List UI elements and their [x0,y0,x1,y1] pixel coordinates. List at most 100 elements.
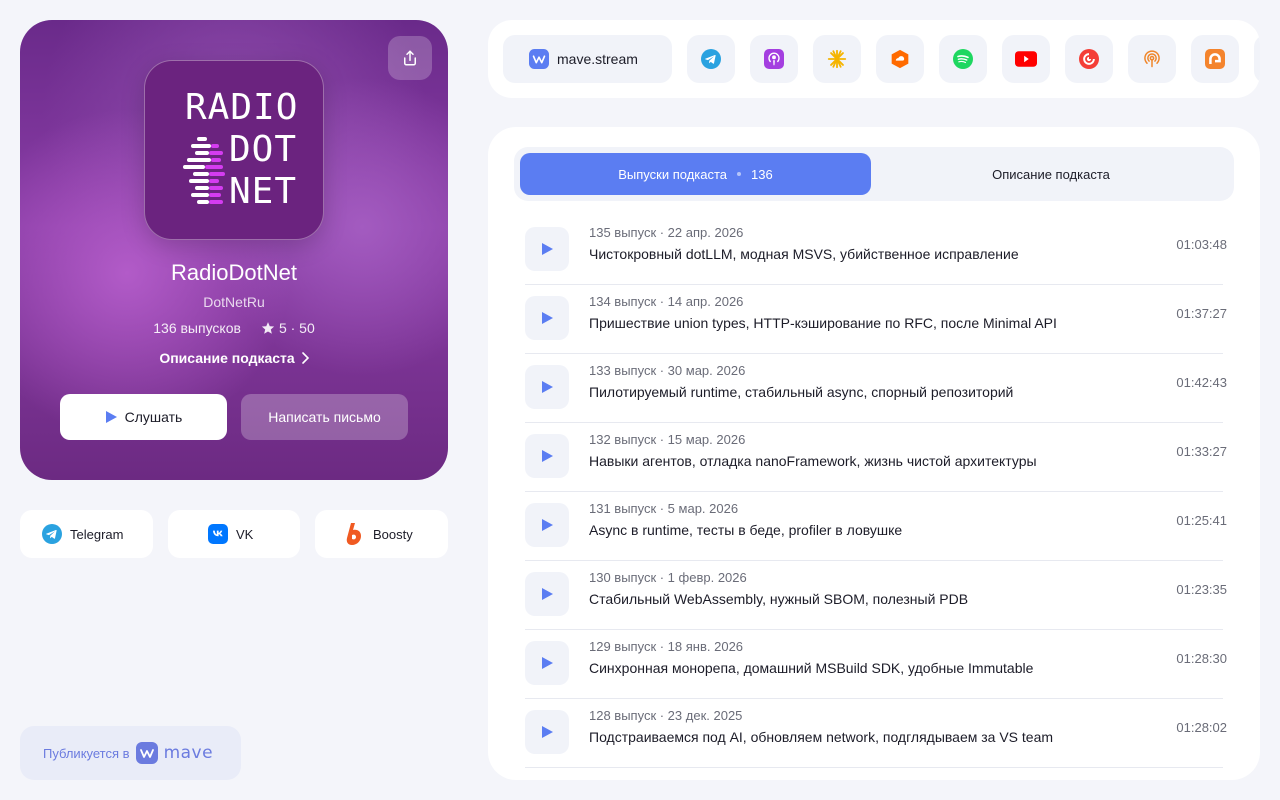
episode-row[interactable]: 130 выпуск · 1 февр. 2026 Стабильный WebA… [525,561,1227,630]
play-icon [541,588,553,600]
platform-apple-podcasts-button[interactable] [750,35,798,83]
play-icon [541,450,553,462]
episode-duration: 01:25:41 [1176,513,1227,528]
telegram-icon [701,49,721,69]
spotify-icon [953,49,973,69]
episode-duration: 01:37:27 [1176,306,1227,321]
episode-row[interactable]: 128 выпуск · 23 дек. 2025 Подстраиваемся … [525,699,1227,768]
episode-duration: 01:28:02 [1176,720,1227,735]
podcast-cover: RADIO DOT NET [144,60,324,240]
social-telegram-button[interactable]: Telegram [20,510,153,558]
platforms-bar: mave.stream [488,20,1260,98]
separator-dot [737,172,742,176]
cover-text-dot: DOT [229,129,298,170]
rating-value: 5 · 50 [278,320,315,336]
equalizer-icon [183,137,225,204]
play-icon [541,726,553,738]
episode-title[interactable]: Пилотируемый runtime, стабильный async, … [589,384,1013,400]
episode-meta: 130 выпуск · 1 февр. 2026 [589,570,747,585]
social-vk-button[interactable]: VK [168,510,300,558]
episode-row[interactable]: 134 выпуск · 14 апр. 2026 Пришествие unio… [525,285,1227,354]
published-on-mave[interactable]: Публикуется в mave [20,726,241,780]
episode-play-button[interactable] [525,296,569,340]
play-icon [105,411,117,423]
mave-stream-button[interactable]: mave.stream [503,35,672,83]
episode-meta: 128 выпуск · 23 дек. 2025 [589,708,743,723]
share-button[interactable] [388,36,432,80]
platform-podcast-addict-button[interactable] [1191,35,1239,83]
platform-rss-button[interactable] [1254,35,1260,83]
platform-yandex-music-button[interactable] [813,35,861,83]
episode-row[interactable]: 131 выпуск · 5 мар. 2026 Async в runtime,… [525,492,1227,561]
telegram-icon [42,524,62,544]
platform-soundstream-button[interactable] [876,35,924,83]
podcast-title: RadioDotNet [171,260,297,285]
play-icon [541,519,553,531]
tab-episodes-count: 136 [751,166,773,182]
castbox-icon [1144,50,1160,68]
tab-description[interactable]: Описание подкаста [874,153,1228,195]
episode-row[interactable]: 129 выпуск · 18 янв. 2026 Синхронная моно… [525,630,1227,699]
share-icon [404,50,416,66]
platform-pocket-casts-button[interactable] [1065,35,1113,83]
podcast-hero-card: RADIO DOT NET RadioDotNet DotNetRu 136 в… [20,20,448,480]
episode-duration: 01:23:35 [1176,582,1227,597]
episode-row[interactable]: 132 выпуск · 15 мар. 2026 Навыки агентов,… [525,423,1227,492]
tab-episodes[interactable]: Выпуски подкаста 136 [520,153,871,195]
episode-play-button[interactable] [525,710,569,754]
podcast-stats: 136 выпусков 5 · 50 [20,320,448,336]
episode-play-button[interactable] [525,227,569,271]
episode-play-button[interactable] [525,572,569,616]
listen-label: Слушать [124,409,183,425]
social-label: VK [236,526,254,542]
pocket-casts-icon [1079,49,1099,69]
apple-podcasts-icon [764,49,784,69]
episode-row[interactable]: 133 выпуск · 30 мар. 2026 Пилотируемый ru… [525,354,1227,423]
episode-title[interactable]: Стабильный WebAssembly, нужный SBOM, пол… [589,591,968,607]
episode-meta: 133 выпуск · 30 мар. 2026 [589,363,746,378]
episode-meta: 132 выпуск · 15 мар. 2026 [589,432,746,447]
play-icon [541,381,553,393]
episode-row[interactable]: 135 выпуск · 22 апр. 2026 Чистокровный do… [525,216,1227,285]
cover-text-net: NET [229,171,298,212]
episode-title[interactable]: Подстраиваемся под AI, обновляем network… [589,729,1053,745]
podcast-rating: 5 · 50 [261,320,315,336]
social-label: Boosty [373,526,413,542]
episode-title[interactable]: Пришествие union types, HTTP-кэширование… [589,315,1057,331]
episode-play-button[interactable] [525,365,569,409]
platform-castbox-button[interactable] [1128,35,1176,83]
episode-duration: 01:42:43 [1176,375,1227,390]
soundstream-icon [891,49,909,69]
listen-button[interactable]: Слушать [60,394,227,440]
chevron-right-icon [301,352,309,364]
episode-meta: 129 выпуск · 18 янв. 2026 [589,639,744,654]
platform-youtube-button[interactable] [1002,35,1050,83]
boosty-icon [346,523,361,545]
youtube-icon [1015,51,1037,67]
description-link-label: Описание подкаста [159,350,295,366]
episode-play-button[interactable] [525,503,569,547]
episode-duration: 01:33:27 [1176,444,1227,459]
episode-duration: 01:28:30 [1176,651,1227,666]
episode-title[interactable]: Синхронная монорепа, домашний MSBuild SD… [589,660,1033,676]
play-icon [541,312,553,324]
vk-icon [208,524,228,544]
mave-logo-icon [529,49,549,69]
episodes-count: 136 выпусков [153,320,241,336]
episode-title[interactable]: Навыки агентов, отладка nanoFramework, ж… [589,453,1037,469]
mave-stream-label: mave.stream [557,51,638,67]
podcast-addict-icon [1205,49,1225,69]
play-icon [541,243,553,255]
star-icon [261,322,275,334]
episode-play-button[interactable] [525,641,569,685]
episode-title[interactable]: Чистокровный dotLLM, модная MSVS, убийст… [589,246,1019,262]
episode-title[interactable]: Async в runtime, тесты в беде, profiler … [589,522,902,538]
yandex-music-icon [827,49,847,69]
platform-spotify-button[interactable] [939,35,987,83]
social-boosty-button[interactable]: Boosty [315,510,448,558]
episode-play-button[interactable] [525,434,569,478]
episodes-panel: Выпуски подкаста 136 Описание подкаста 1… [488,127,1260,780]
platform-telegram-button[interactable] [687,35,735,83]
write-email-button[interactable]: Написать письмо [241,394,408,440]
podcast-description-link[interactable]: Описание подкаста [20,350,448,366]
